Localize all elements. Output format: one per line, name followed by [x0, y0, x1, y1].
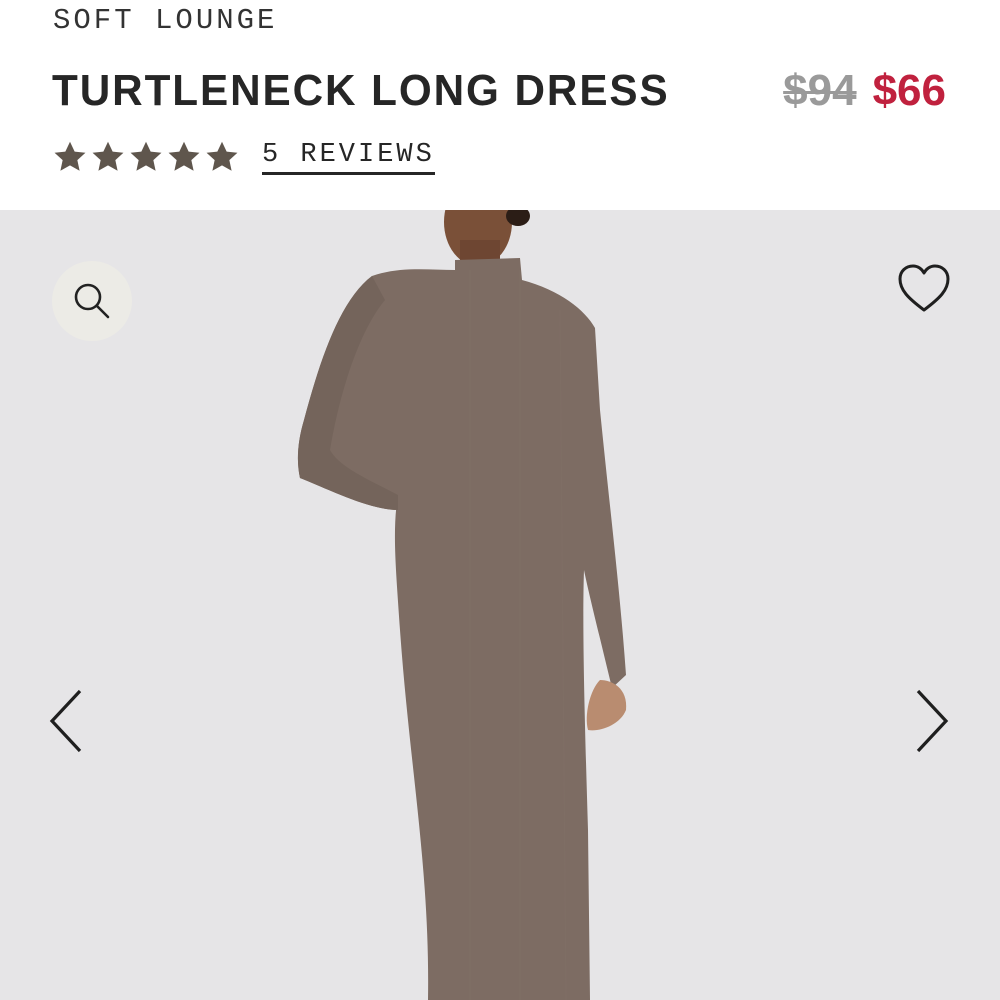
- star-icon: [130, 141, 162, 171]
- star-icon: [54, 141, 86, 171]
- product-photo: [297, 210, 627, 1000]
- heart-outline-icon[interactable]: [894, 260, 954, 316]
- star-icon: [92, 141, 124, 171]
- chevron-left-icon[interactable]: [44, 685, 88, 757]
- original-price: $94: [783, 66, 857, 115]
- zoom-button[interactable]: [52, 261, 132, 341]
- product-title: TURTLENECK LONG DRESS: [52, 66, 670, 115]
- price-group: $94 $66: [783, 66, 946, 116]
- star-rating: [52, 139, 240, 175]
- reviews-link[interactable]: 5 REVIEWS: [262, 140, 435, 175]
- search-icon: [74, 283, 110, 319]
- chevron-right-icon[interactable]: [910, 685, 954, 757]
- sale-price: $66: [872, 66, 946, 115]
- product-image-gallery[interactable]: [0, 210, 1000, 1000]
- star-icon: [206, 141, 238, 171]
- rating-row: 5 REVIEWS: [52, 139, 435, 175]
- product-collection: SOFT LOUNGE: [53, 4, 278, 37]
- star-icon: [168, 141, 200, 171]
